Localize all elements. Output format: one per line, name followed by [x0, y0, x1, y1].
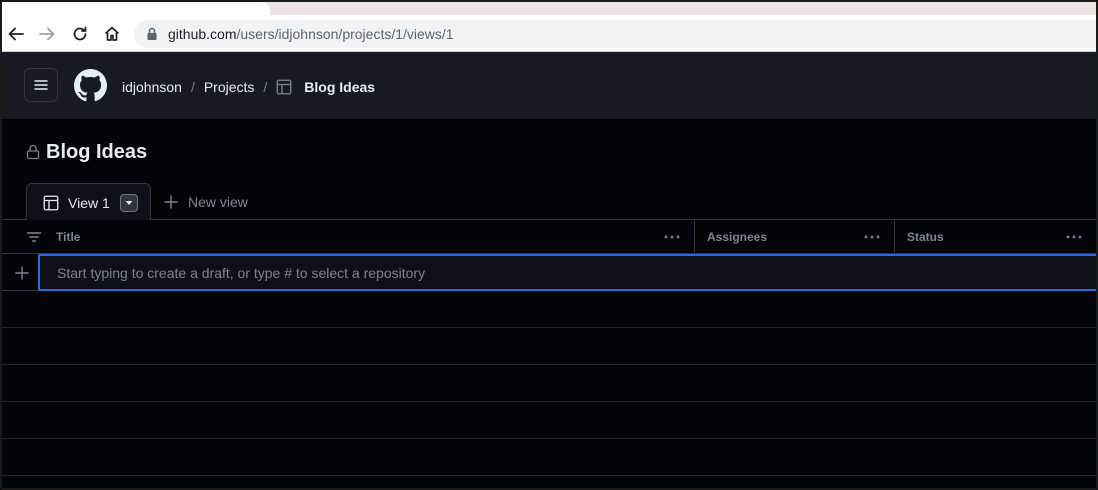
address-bar[interactable]: github.com/users/idjohnson/projects/1/vi… [134, 20, 1096, 48]
breadcrumb-separator: / [263, 79, 268, 95]
views-tabbar: View 1 New view [2, 182, 1096, 221]
kebab-horizontal-icon[interactable] [664, 231, 680, 243]
project-table: Title Assignees Status [2, 220, 1096, 488]
table-row [2, 439, 1096, 476]
plus-icon [164, 195, 178, 209]
column-header-title[interactable]: Title [44, 220, 695, 254]
table-row [2, 328, 1096, 365]
browser-toolbar: github.com/users/idjohnson/projects/1/vi… [2, 15, 1096, 52]
new-view-label: New view [188, 194, 248, 210]
filter-icon[interactable] [26, 229, 42, 245]
arrow-left-icon [8, 27, 24, 41]
table-row [2, 365, 1096, 402]
add-item-row [2, 254, 1096, 291]
browser-tabstrip [2, 2, 1096, 15]
project-title: Blog Ideas [26, 139, 147, 165]
home-button[interactable] [100, 22, 124, 46]
private-lock-icon [26, 144, 40, 160]
url-text: github.com/users/idjohnson/projects/1/vi… [168, 26, 454, 42]
view-options-button[interactable] [119, 193, 138, 212]
table-row [2, 291, 1096, 328]
column-label: Title [56, 230, 81, 244]
browser-tab-active[interactable] [2, 2, 270, 15]
table-header: Title Assignees Status [2, 220, 1096, 254]
draft-item-input[interactable] [38, 254, 1096, 291]
breadcrumb-projects-link[interactable]: Projects [204, 79, 255, 95]
table-row [2, 402, 1096, 439]
table-icon [43, 195, 59, 211]
hamburger-icon [34, 80, 48, 90]
page-title[interactable]: Blog Ideas [46, 141, 147, 164]
triangle-down-icon [125, 200, 133, 205]
column-header-assignees[interactable]: Assignees [695, 220, 895, 254]
breadcrumb-separator: / [190, 79, 195, 95]
column-header-status[interactable]: Status [895, 220, 1096, 254]
arrow-right-icon [39, 27, 55, 41]
plus-icon[interactable] [14, 265, 30, 281]
lock-icon [146, 27, 160, 41]
back-button[interactable] [4, 22, 28, 46]
breadcrumb-project-link[interactable]: Blog Ideas [304, 79, 375, 95]
column-label: Status [907, 230, 944, 244]
github-logo-icon[interactable] [74, 69, 107, 102]
reload-icon [73, 26, 87, 41]
browser-tab-inactive[interactable] [270, 2, 1096, 15]
table-icon [276, 79, 292, 95]
url-path: /users/idjohnson/projects/1/views/1 [236, 26, 454, 42]
kebab-horizontal-icon[interactable] [864, 231, 880, 243]
reload-button[interactable] [68, 22, 92, 46]
breadcrumb-user-link[interactable]: idjohnson [122, 79, 182, 95]
url-host: github.com [168, 26, 237, 42]
github-header: idjohnson / Projects / Blog Ideas [2, 52, 1096, 119]
browser-window: github.com/users/idjohnson/projects/1/vi… [0, 0, 1098, 490]
kebab-horizontal-icon[interactable] [1066, 231, 1082, 243]
new-view-button[interactable]: New view [164, 193, 248, 211]
breadcrumb: idjohnson / Projects / Blog Ideas [122, 77, 375, 97]
column-label: Assignees [707, 230, 768, 244]
tab-view-label: View 1 [68, 194, 110, 211]
home-icon [104, 26, 120, 41]
tab-view-1[interactable]: View 1 [26, 183, 151, 221]
hamburger-menu-button[interactable] [24, 68, 58, 102]
forward-button[interactable] [35, 22, 59, 46]
